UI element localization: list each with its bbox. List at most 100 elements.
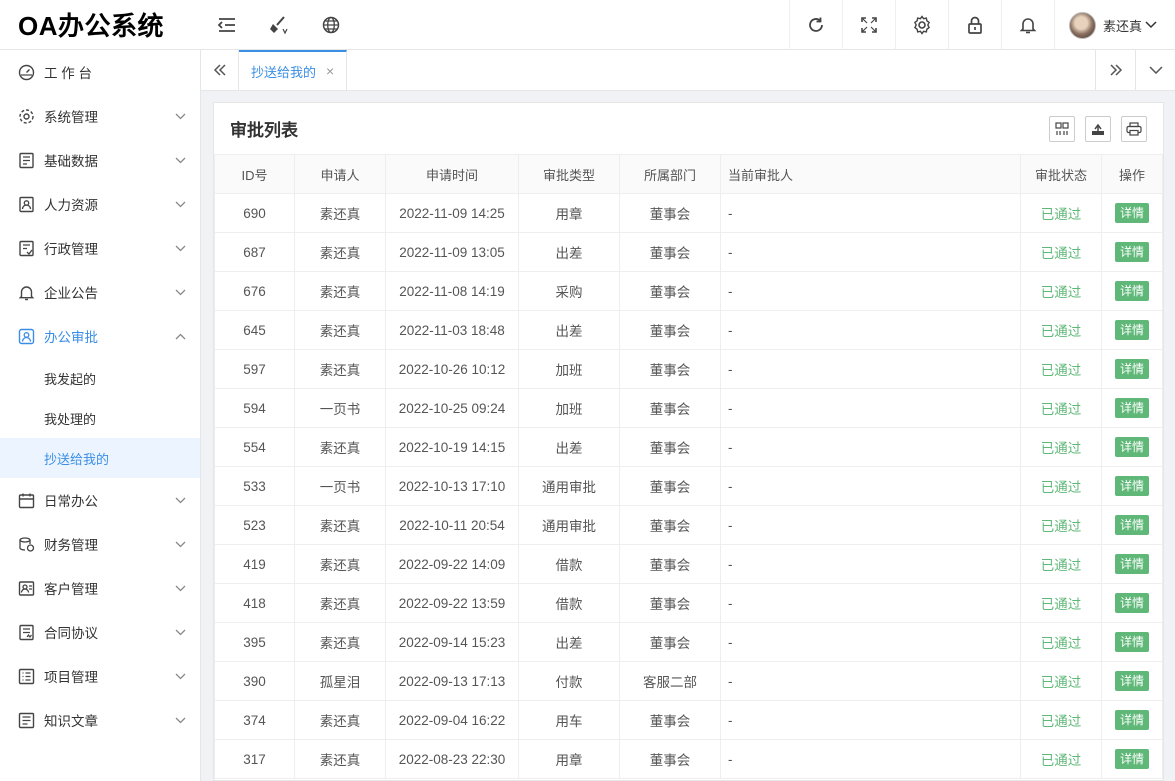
table-row[interactable]: 317 素还真 2022-08-23 22:30 用章 董事会 - 已通过 详情 bbox=[214, 739, 1163, 779]
cell-id: 418 bbox=[214, 583, 295, 623]
detail-button[interactable]: 详情 bbox=[1114, 320, 1149, 340]
sidebar-item-label: 工 作 台 bbox=[44, 66, 93, 81]
table-row[interactable]: 594 一页书 2022-10-25 09:24 加班 董事会 - 已通过 详情 bbox=[214, 388, 1163, 428]
user-name: 素还真 bbox=[1102, 18, 1142, 34]
column-header-applicant[interactable]: 申请人 bbox=[294, 154, 386, 194]
cell-type: 出差 bbox=[518, 427, 620, 467]
detail-button[interactable]: 详情 bbox=[1114, 281, 1149, 301]
close-icon[interactable]: × bbox=[326, 63, 334, 79]
sidebar-item-customer[interactable]: 客户管理 bbox=[0, 566, 200, 610]
dashboard-icon bbox=[17, 63, 35, 81]
table-row[interactable]: 523 素还真 2022-10-11 20:54 通用审批 董事会 - 已通过 … bbox=[214, 505, 1163, 545]
detail-button[interactable]: 详情 bbox=[1114, 476, 1149, 496]
user-menu[interactable]: 素还真 bbox=[1053, 0, 1175, 50]
fullscreen-icon[interactable] bbox=[841, 0, 895, 50]
detail-button[interactable]: 详情 bbox=[1114, 749, 1149, 769]
table-row[interactable]: 418 素还真 2022-09-22 13:59 借款 董事会 - 已通过 详情 bbox=[214, 583, 1163, 623]
settings-gear-icon[interactable] bbox=[894, 0, 948, 50]
sidebar-item-label: 企业公告 bbox=[44, 286, 98, 301]
sidebar-item-dashboard[interactable]: 工 作 台 bbox=[0, 50, 200, 94]
sidebar-item-admin[interactable]: 行政管理 bbox=[0, 226, 200, 270]
column-header-apply-time[interactable]: 申请时间 bbox=[385, 154, 519, 194]
table-row[interactable]: 390 孤星泪 2022-09-13 17:13 付款 客服二部 - 已通过 详… bbox=[214, 661, 1163, 701]
cell-type: 出差 bbox=[518, 232, 620, 272]
tabs-scroll-right-icon[interactable] bbox=[1095, 50, 1135, 90]
tab-cc-to-me[interactable]: 抄送给我的 × bbox=[239, 50, 348, 90]
table-row[interactable]: 645 素还真 2022-11-03 18:48 出差 董事会 - 已通过 详情 bbox=[214, 310, 1163, 350]
refresh-icon[interactable] bbox=[788, 0, 842, 50]
cell-action: 详情 bbox=[1101, 661, 1163, 701]
cell-type: 借款 bbox=[518, 544, 620, 584]
table-row[interactable]: 395 素还真 2022-09-14 15:23 出差 董事会 - 已通过 详情 bbox=[214, 622, 1163, 662]
cell-apply-time: 2022-09-13 17:13 bbox=[385, 661, 519, 701]
menu-fold-icon[interactable] bbox=[201, 0, 253, 50]
globe-icon[interactable] bbox=[305, 0, 357, 50]
cell-id: 597 bbox=[214, 349, 295, 389]
sidebar-item-label: 系统管理 bbox=[44, 110, 98, 125]
export-icon[interactable] bbox=[1085, 115, 1111, 142]
sidebar-item-article[interactable]: 知识文章 bbox=[0, 698, 200, 742]
sidebar-item-finance[interactable]: 财务管理 bbox=[0, 522, 200, 566]
sidebar-item-contract[interactable]: 合同协议 bbox=[0, 610, 200, 654]
lock-icon[interactable] bbox=[947, 0, 1001, 50]
columns-filter-icon[interactable] bbox=[1049, 115, 1075, 142]
status-badge: 已通过 bbox=[1020, 466, 1102, 506]
table-row[interactable]: 554 素还真 2022-10-19 14:15 出差 董事会 - 已通过 详情 bbox=[214, 427, 1163, 467]
table-row[interactable]: 597 素还真 2022-10-26 10:12 加班 董事会 - 已通过 详情 bbox=[214, 349, 1163, 389]
cell-type: 加班 bbox=[518, 388, 620, 428]
tabs-scroll-left-icon[interactable] bbox=[201, 50, 239, 90]
sidebar-item-project[interactable]: 项目管理 bbox=[0, 654, 200, 698]
sidebar-subitem-cc[interactable]: 抄送给我的 bbox=[0, 438, 200, 478]
column-header-id[interactable]: ID号 bbox=[214, 154, 295, 194]
cell-department: 客服二部 bbox=[619, 661, 721, 701]
cell-applicant: 素还真 bbox=[294, 583, 386, 623]
column-header-current-approver[interactable]: 当前审批人 bbox=[720, 154, 1021, 194]
detail-button[interactable]: 详情 bbox=[1114, 554, 1149, 574]
sidebar-item-basedata[interactable]: 基础数据 bbox=[0, 138, 200, 182]
app-logo: OA办公系统 bbox=[0, 0, 201, 50]
print-icon[interactable] bbox=[1121, 115, 1147, 142]
cell-department: 董事会 bbox=[619, 271, 721, 311]
detail-button[interactable]: 详情 bbox=[1114, 632, 1149, 652]
sidebar-subitem-handled[interactable]: 我处理的 bbox=[0, 398, 200, 438]
chevron-down-icon bbox=[175, 201, 186, 208]
table-row[interactable]: 419 素还真 2022-09-22 14:09 借款 董事会 - 已通过 详情 bbox=[214, 544, 1163, 584]
detail-button[interactable]: 详情 bbox=[1114, 398, 1149, 418]
cell-applicant: 素还真 bbox=[294, 271, 386, 311]
detail-button[interactable]: 详情 bbox=[1114, 203, 1149, 223]
detail-button[interactable]: 详情 bbox=[1114, 710, 1149, 730]
detail-button[interactable]: 详情 bbox=[1114, 593, 1149, 613]
table-row[interactable]: 374 素还真 2022-09-04 16:22 用车 董事会 - 已通过 详情 bbox=[214, 700, 1163, 740]
sidebar-item-daily[interactable]: 日常办公 bbox=[0, 478, 200, 522]
bell-icon[interactable] bbox=[1000, 0, 1054, 50]
column-header-department[interactable]: 所属部门 bbox=[619, 154, 721, 194]
chevron-up-icon bbox=[175, 333, 186, 340]
cell-type: 出差 bbox=[518, 622, 620, 662]
table-row[interactable]: 687 素还真 2022-11-09 13:05 出差 董事会 - 已通过 详情 bbox=[214, 232, 1163, 272]
detail-button[interactable]: 详情 bbox=[1114, 515, 1149, 535]
detail-button[interactable]: 详情 bbox=[1114, 242, 1149, 262]
sidebar-item-hr[interactable]: 人力资源 bbox=[0, 182, 200, 226]
detail-button[interactable]: 详情 bbox=[1114, 359, 1149, 379]
sidebar-subitem-initiated[interactable]: 我发起的 bbox=[0, 358, 200, 398]
status-badge: 已通过 bbox=[1020, 427, 1102, 467]
status-badge: 已通过 bbox=[1020, 583, 1102, 623]
status-badge: 已通过 bbox=[1020, 310, 1102, 350]
sidebar-item-system[interactable]: 系统管理 bbox=[0, 94, 200, 138]
detail-button[interactable]: 详情 bbox=[1114, 671, 1149, 691]
detail-button[interactable]: 详情 bbox=[1114, 437, 1149, 457]
table-row[interactable]: 533 一页书 2022-10-13 17:10 通用审批 董事会 - 已通过 … bbox=[214, 466, 1163, 506]
column-header-type[interactable]: 审批类型 bbox=[518, 154, 620, 194]
tabs-bar: 抄送给我的 × bbox=[201, 50, 1175, 91]
sidebar-item-notice[interactable]: 企业公告 bbox=[0, 270, 200, 314]
column-header-status[interactable]: 审批状态 bbox=[1020, 154, 1102, 194]
cell-department: 董事会 bbox=[619, 583, 721, 623]
sidebar-item-approval[interactable]: 办公审批 bbox=[0, 314, 200, 358]
tabs-menu-chevron-down-icon[interactable] bbox=[1135, 50, 1175, 90]
table-row[interactable]: 690 素还真 2022-11-09 14:25 用章 董事会 - 已通过 详情 bbox=[214, 193, 1163, 233]
cell-action: 详情 bbox=[1101, 310, 1163, 350]
cell-id: 523 bbox=[214, 505, 295, 545]
clear-cache-icon[interactable] bbox=[253, 0, 305, 50]
table-row[interactable]: 676 素还真 2022-11-08 14:19 采购 董事会 - 已通过 详情 bbox=[214, 271, 1163, 311]
cell-id: 395 bbox=[214, 622, 295, 662]
